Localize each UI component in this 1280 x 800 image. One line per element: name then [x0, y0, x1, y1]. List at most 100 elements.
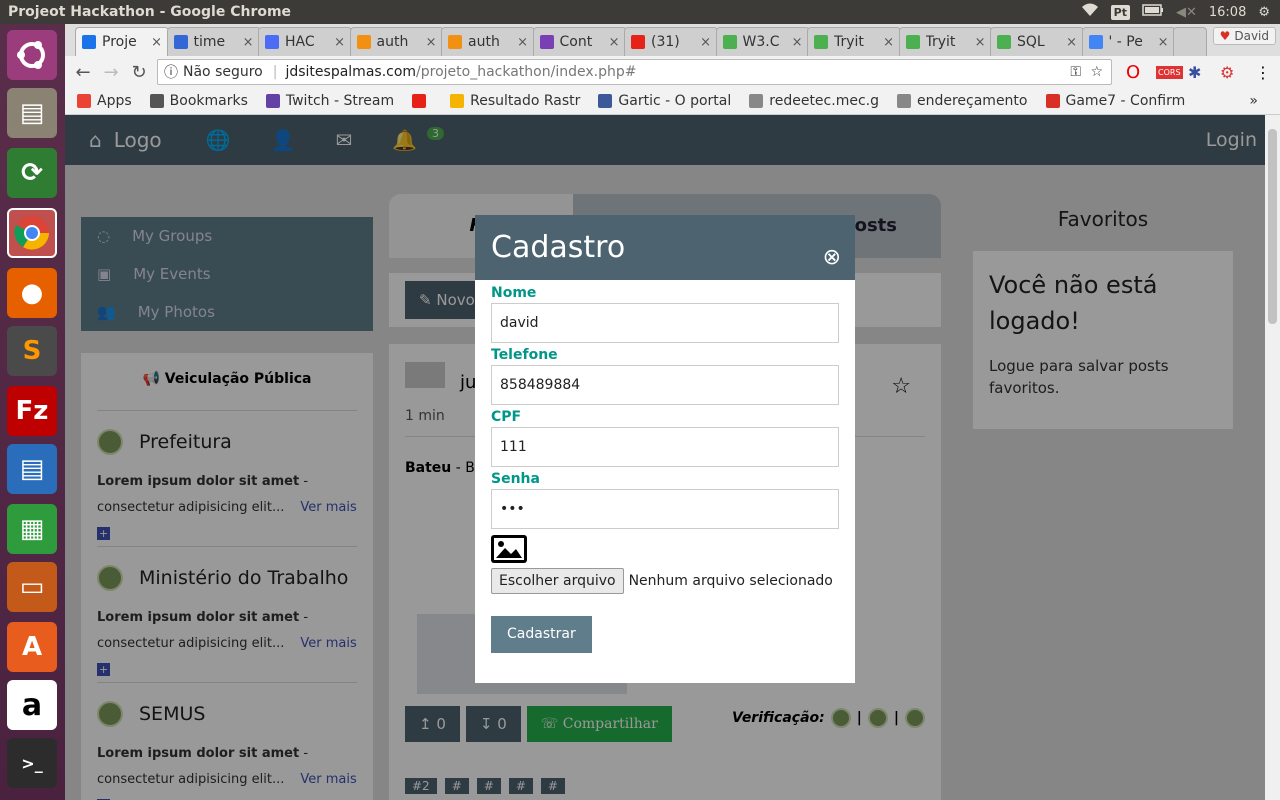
reload-icon[interactable]: ↻ — [125, 62, 153, 83]
bookmark-favicon-icon — [412, 94, 427, 108]
browser-tab[interactable]: time × — [166, 27, 261, 56]
tab-close-icon[interactable]: × — [334, 35, 345, 50]
tab-favicon-icon — [265, 35, 279, 49]
tab-close-icon[interactable]: × — [1066, 35, 1077, 50]
filezilla-icon[interactable]: Fz — [7, 386, 57, 436]
libreoffice-impress-icon[interactable]: ▭ — [7, 562, 57, 612]
tab-close-icon[interactable]: × — [243, 35, 254, 50]
nome-field[interactable] — [491, 303, 839, 343]
sync-app-icon[interactable]: ⟳ — [7, 148, 57, 198]
firefox-icon[interactable]: ● — [7, 268, 57, 318]
browser-tab[interactable]: auth × — [441, 27, 535, 56]
back-icon[interactable]: ← — [69, 62, 97, 83]
software-center-icon[interactable]: A — [7, 622, 57, 672]
amazon-icon[interactable]: a — [7, 680, 57, 730]
bookmark-star-icon[interactable]: ☆ — [1090, 64, 1103, 80]
terminal-icon[interactable]: >_ — [7, 738, 57, 788]
browser-tab[interactable]: Tryit × — [898, 27, 993, 56]
browser-tab[interactable]: Cont × — [532, 27, 627, 56]
telefone-field[interactable] — [491, 365, 839, 405]
bookmark-item[interactable]: Game7 - Confirm — [1045, 93, 1186, 109]
bookmark-item[interactable]: Gartic - O portal — [598, 93, 731, 109]
extension-icon-2[interactable]: ⚙ — [1220, 63, 1234, 82]
bookmark-label: Gartic - O portal — [618, 93, 732, 109]
tab-close-icon[interactable]: × — [1158, 35, 1169, 50]
info-icon[interactable]: ⓘ — [164, 62, 178, 82]
keyboard-layout-indicator[interactable]: Pt — [1110, 4, 1130, 20]
tab-favicon-icon — [722, 35, 737, 49]
forward-icon[interactable]: → — [97, 62, 125, 83]
bookmark-label: Game7 - Confirm — [1065, 93, 1186, 109]
browser-tab[interactable]: (31) × — [624, 27, 718, 56]
tab-label: time — [193, 34, 226, 50]
tab-close-icon[interactable]: × — [609, 35, 620, 50]
key-icon[interactable]: ⚿ — [1070, 64, 1081, 80]
tab-close-icon[interactable]: × — [151, 35, 162, 50]
bookmark-item[interactable]: endereçamento — [896, 93, 1028, 109]
close-icon[interactable]: ⊗ — [823, 225, 841, 291]
bookmark-label: endereçamento — [916, 93, 1028, 109]
cpf-label: CPF — [491, 409, 522, 425]
clock[interactable]: 16:08 — [1209, 5, 1246, 20]
files-icon[interactable]: ▤ — [7, 88, 57, 138]
browser-tab[interactable]: HAC × — [258, 27, 352, 56]
libreoffice-writer-icon[interactable]: ▤ — [7, 444, 57, 494]
tab-favicon-icon — [997, 35, 1011, 49]
tab-label: Tryit — [925, 34, 956, 50]
browser-tab[interactable]: SQL × — [990, 27, 1084, 56]
choose-file-button[interactable]: Escolher arquivo — [491, 568, 624, 594]
extension-icon[interactable]: ✱ — [1188, 63, 1201, 82]
profile-button[interactable]: ♥ David — [1212, 27, 1276, 45]
volume-muted-icon[interactable]: ◀✕ — [1176, 5, 1197, 20]
cadastrar-button[interactable]: Cadastrar — [491, 616, 592, 653]
page-scrollbar[interactable] — [1265, 115, 1280, 800]
menu-icon[interactable]: ⋮ — [1255, 63, 1271, 82]
scrollbar-thumb[interactable] — [1268, 129, 1277, 324]
tab-label: ' - Pe — [1108, 34, 1143, 50]
libreoffice-calc-icon[interactable]: ▦ — [7, 504, 57, 554]
wifi-icon[interactable] — [1081, 3, 1099, 21]
browser-tab[interactable]: Proje × — [75, 27, 169, 56]
bookmark-item[interactable]: Twitch - Stream — [265, 93, 394, 109]
bookmark-favicon-icon — [450, 94, 465, 108]
browser-tab[interactable]: auth × — [349, 27, 444, 56]
tab-close-icon[interactable]: × — [883, 35, 894, 50]
ubuntu-dash-icon[interactable] — [7, 30, 57, 80]
cors-extension-icon[interactable]: CORS — [1156, 65, 1183, 79]
sublime-text-icon[interactable]: S — [7, 326, 57, 376]
tab-favicon-icon — [814, 35, 828, 49]
new-tab-button[interactable] — [1173, 27, 1207, 56]
senha-field[interactable] — [491, 489, 839, 529]
chrome-icon[interactable] — [7, 208, 57, 258]
cpf-field[interactable] — [491, 427, 839, 467]
bookmark-item[interactable] — [412, 94, 432, 108]
browser-tab[interactable]: ' - Pe × — [1081, 27, 1176, 56]
address-bar[interactable]: ⓘ Não seguro | jdsitespalmas.com/projeto… — [157, 59, 1112, 85]
bookmark-item[interactable]: Bookmarks — [149, 93, 248, 109]
tab-close-icon[interactable]: × — [975, 35, 986, 50]
bookmark-item[interactable]: Resultado Rastr — [450, 93, 580, 109]
tab-favicon-icon — [82, 35, 96, 49]
unity-launcher: ▤ ⟳ ● S Fz ▤ ▦ ▭ A a >_ — [0, 24, 65, 800]
opera-extension-icon[interactable]: O — [1126, 62, 1140, 83]
browser-tab[interactable]: Tryit × — [807, 27, 901, 56]
tab-label: Proje — [102, 34, 137, 50]
bookmark-item[interactable]: redeetec.mec.g — [749, 93, 879, 109]
tab-favicon-icon — [539, 35, 554, 49]
tab-favicon-icon — [905, 35, 920, 49]
modal-header: Cadastro ⊗ — [475, 215, 855, 280]
tab-label: HAC — [285, 34, 315, 50]
bookmark-item[interactable]: Apps — [77, 93, 132, 109]
browser-tab[interactable]: W3.C × — [715, 27, 810, 56]
toolbar: ← → ↻ ⓘ Não seguro | jdsitespalmas.com/p… — [65, 56, 1280, 88]
bookmarks-overflow-icon[interactable]: » — [1249, 93, 1258, 109]
os-top-bar: Projeot Hackathon - Google Chrome Pt ◀✕ … — [0, 0, 1280, 24]
tab-label: Cont — [559, 34, 593, 50]
tab-close-icon[interactable]: × — [517, 35, 528, 50]
tab-close-icon[interactable]: × — [700, 35, 711, 50]
tab-label: SQL — [1017, 34, 1045, 50]
settings-gear-icon[interactable]: ⚙ — [1258, 5, 1270, 20]
tab-close-icon[interactable]: × — [426, 35, 437, 50]
battery-icon[interactable] — [1142, 4, 1164, 20]
tab-close-icon[interactable]: × — [792, 35, 803, 50]
